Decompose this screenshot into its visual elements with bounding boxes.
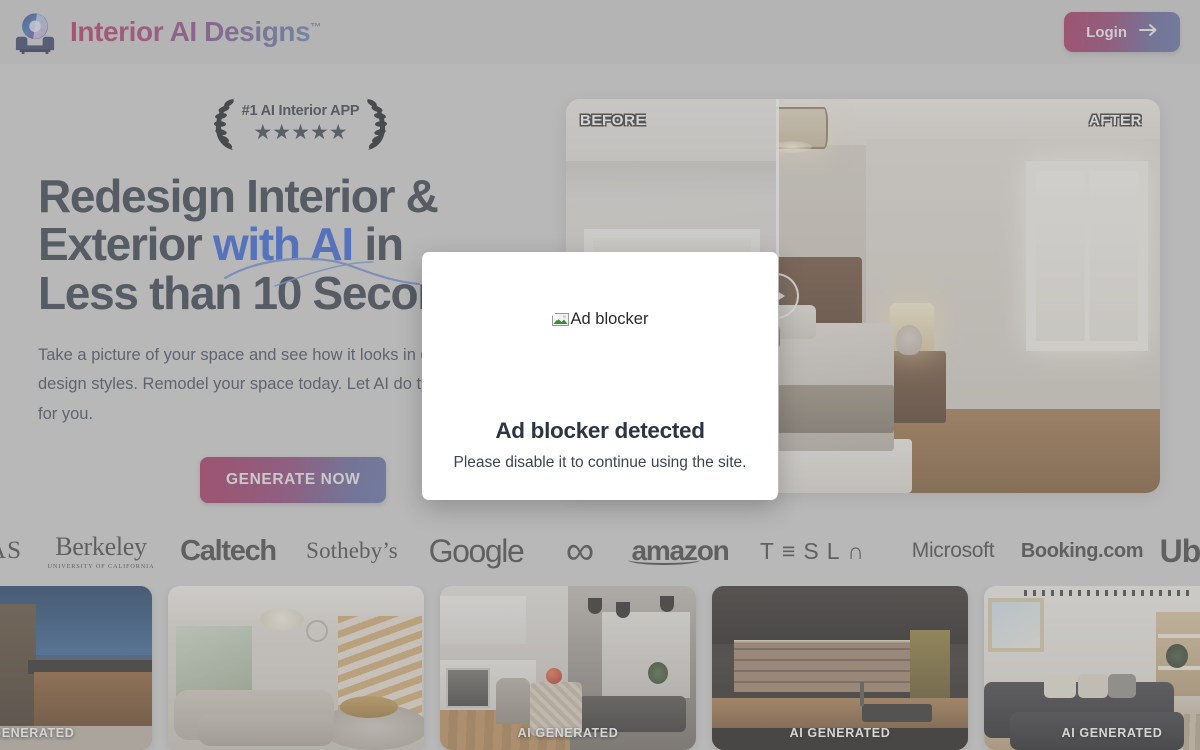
ad-blocker-modal: Ad blocker Ad blocker detected Please di… — [422, 252, 778, 500]
modal-subtitle: Please disable it to continue using the … — [453, 454, 747, 471]
modal-title: Ad blocker detected — [495, 418, 705, 443]
page-root: Interior AI Designs™ Login #1 AI Interio… — [0, 0, 1200, 750]
broken-image-icon — [550, 311, 569, 328]
broken-image-placeholder: Ad blocker — [550, 310, 649, 329]
broken-image-alt-text: Ad blocker — [570, 310, 649, 328]
